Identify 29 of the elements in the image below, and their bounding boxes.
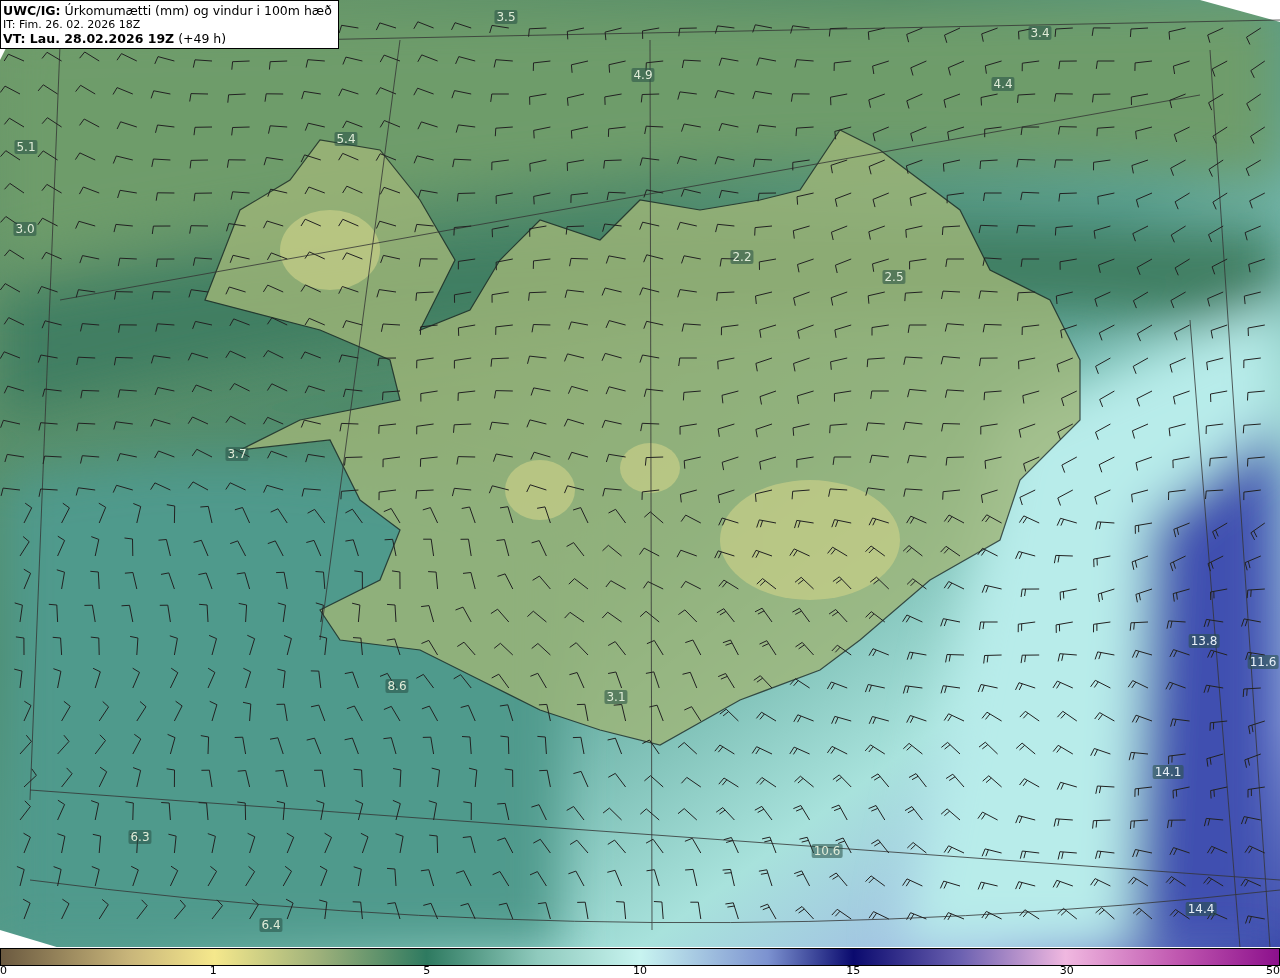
colorbar-tick-label: 10 — [633, 965, 647, 977]
precipitation-value: 2.2 — [730, 250, 754, 264]
precipitation-value: 11.6 — [1247, 655, 1279, 669]
precipitation-value: 3.4 — [1028, 26, 1052, 40]
colorbar-tick-label: 30 — [1059, 965, 1074, 977]
colorbar-tick-label: 50 — [1266, 965, 1280, 977]
colorbar-tick-label: 1 — [209, 965, 217, 977]
precipitation-value: 13.8 — [1188, 634, 1220, 648]
colorbar-tick-label: 5 — [423, 965, 431, 977]
precipitation-value: 2.5 — [882, 270, 906, 284]
colorbar-tick-label: 15 — [846, 965, 861, 977]
precipitation-value: 3.5 — [494, 10, 518, 24]
precipitation-value: 10.6 — [811, 844, 843, 858]
precipitation-value: 8.6 — [385, 679, 409, 693]
precipitation-value: 4.9 — [631, 68, 655, 82]
precipitation-value: 14.4 — [1185, 902, 1217, 916]
precipitation-value: 4.4 — [991, 77, 1015, 91]
valid-time: VT: Lau. 28.02.2026 19Z (+49 h) — [3, 32, 228, 46]
precipitation-value: 6.4 — [259, 918, 283, 932]
issue-time: IT: Fim. 26. 02. 2026 18Z — [3, 18, 142, 32]
precipitation-value: 5.1 — [14, 140, 38, 154]
precipitation-value: 6.3 — [128, 830, 152, 844]
precipitation-value: 14.1 — [1152, 765, 1184, 779]
map-title: UWC/IG: Úrkomumætti (mm) og vindur i 100m hæð — [3, 4, 332, 18]
precipitation-value: 5.4 — [334, 132, 358, 146]
precipitation-value: 3.1 — [604, 690, 628, 704]
precipitation-value: 3.0 — [13, 222, 37, 236]
precipitation-value: 3.7 — [225, 447, 249, 461]
colorbar-tick-label: 0 — [0, 965, 7, 977]
